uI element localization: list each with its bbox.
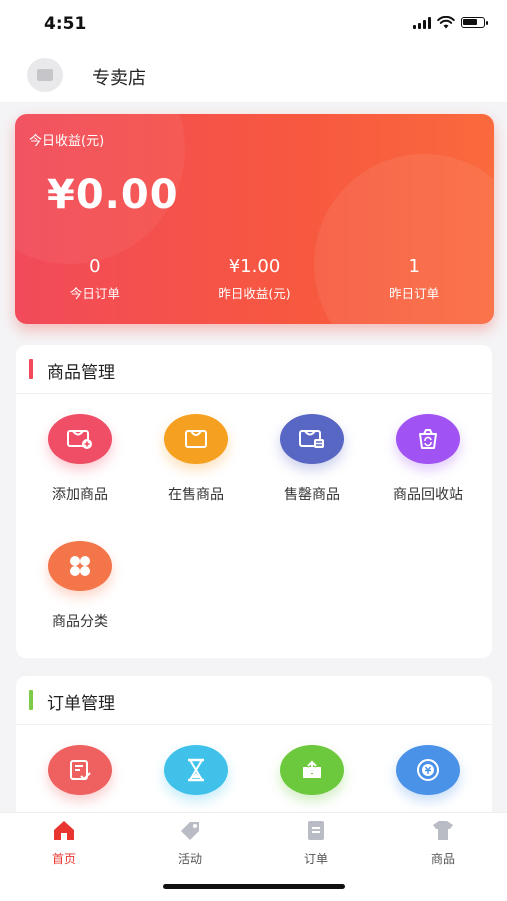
earnings-title: 今日收益(元) bbox=[29, 134, 105, 149]
wifi-icon bbox=[437, 16, 455, 29]
order-management-card: 订单管理 bbox=[16, 676, 492, 812]
tab-orders[interactable]: 订单 bbox=[276, 819, 356, 867]
order-item-1-button[interactable] bbox=[22, 745, 138, 795]
section-title: 商品管理 bbox=[47, 363, 115, 383]
stat-value: 1 bbox=[408, 256, 420, 277]
add-product-button[interactable]: 添加商品 bbox=[22, 414, 138, 504]
stat-yesterday-orders[interactable]: 1 昨日订单 bbox=[334, 256, 494, 302]
section-accent-bar bbox=[29, 359, 33, 379]
sold-out-products-button[interactable]: 售罄商品 bbox=[254, 414, 370, 504]
sold-out-icon bbox=[280, 414, 344, 464]
order-item-2-button[interactable] bbox=[138, 745, 254, 795]
grid-label: 商品回收站 bbox=[393, 487, 463, 503]
product-icon bbox=[433, 821, 453, 840]
order-item-3-button[interactable] bbox=[254, 745, 370, 795]
earnings-stats: 0 今日订单 ¥1.00 昨日收益(元) 1 昨日订单 bbox=[15, 256, 494, 302]
product-management-card: 商品管理 添加商品 在售商品 售罄商品 商品回收站 商品分类 bbox=[16, 345, 492, 658]
stat-value: ¥1.00 bbox=[228, 256, 281, 277]
tab-label: 首页 bbox=[51, 852, 76, 866]
order-item-4-button[interactable] bbox=[370, 745, 486, 795]
tab-activity[interactable]: 活动 bbox=[150, 819, 230, 867]
store-header: 专卖店 bbox=[0, 48, 507, 102]
tab-products[interactable]: 商品 bbox=[403, 819, 483, 867]
stat-yesterday-earnings[interactable]: ¥1.00 昨日收益(元) bbox=[175, 256, 335, 302]
refund-icon bbox=[396, 745, 460, 795]
recycle-bin-icon bbox=[396, 414, 460, 464]
hourglass-icon bbox=[164, 745, 228, 795]
stat-label: 昨日收益(元) bbox=[218, 286, 291, 301]
stat-value: 0 bbox=[89, 256, 101, 277]
status-bar: 4:51 bbox=[0, 0, 507, 48]
grid-label: 在售商品 bbox=[168, 487, 224, 503]
status-icons bbox=[413, 16, 488, 29]
product-management-header: 商品管理 bbox=[16, 345, 492, 394]
tab-label: 活动 bbox=[177, 852, 202, 866]
battery-icon bbox=[461, 17, 488, 28]
tab-home[interactable]: 首页 bbox=[24, 819, 104, 867]
earnings-amount: ¥0.00 bbox=[47, 172, 179, 218]
status-time: 4:51 bbox=[44, 14, 87, 34]
stat-today-orders[interactable]: 0 今日订单 bbox=[15, 256, 175, 302]
earnings-card: 今日收益(元) ¥0.00 0 今日订单 ¥1.00 昨日收益(元) 1 昨日订… bbox=[15, 114, 494, 324]
tab-label: 订单 bbox=[303, 852, 328, 866]
stat-label: 昨日订单 bbox=[389, 286, 440, 301]
store-name: 专卖店 bbox=[92, 68, 146, 89]
on-sale-icon bbox=[164, 414, 228, 464]
tag-icon bbox=[181, 822, 199, 840]
grid-label: 商品分类 bbox=[52, 614, 108, 630]
tab-label: 商品 bbox=[430, 852, 455, 866]
add-product-icon bbox=[48, 414, 112, 464]
store-avatar[interactable] bbox=[27, 58, 63, 92]
order-icon bbox=[308, 821, 324, 840]
grid-label: 售罄商品 bbox=[284, 487, 340, 503]
product-recycle-bin-button[interactable]: 商品回收站 bbox=[370, 414, 486, 504]
signal-icon bbox=[413, 16, 431, 29]
order-management-header: 订单管理 bbox=[16, 676, 492, 725]
grid-label: 添加商品 bbox=[52, 487, 108, 503]
on-sale-products-button[interactable]: 在售商品 bbox=[138, 414, 254, 504]
order-edit-icon bbox=[48, 745, 112, 795]
stat-label: 今日订单 bbox=[69, 286, 120, 301]
shipping-icon bbox=[280, 745, 344, 795]
section-title: 订单管理 bbox=[47, 694, 115, 714]
home-icon bbox=[54, 821, 74, 840]
section-accent-bar bbox=[29, 690, 33, 710]
home-indicator bbox=[163, 884, 345, 889]
category-icon bbox=[48, 541, 112, 591]
product-category-button[interactable]: 商品分类 bbox=[22, 541, 138, 631]
